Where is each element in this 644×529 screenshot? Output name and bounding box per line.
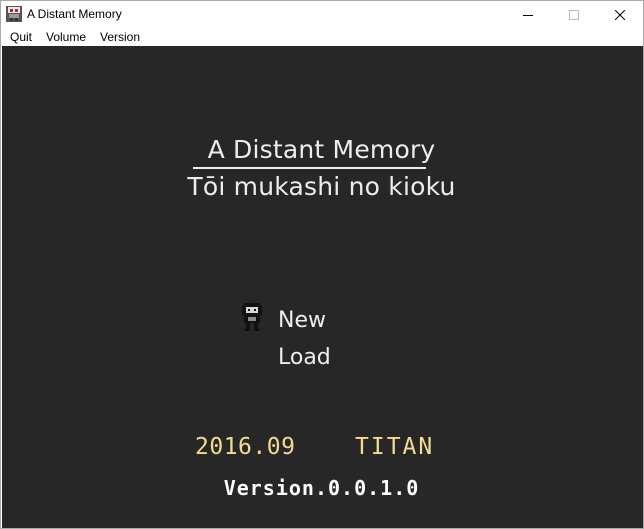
close-icon [615,10,625,20]
menu-volume[interactable]: Volume [46,29,86,45]
menu-version[interactable]: Version [100,29,140,45]
minimize-icon [523,15,533,16]
window-title: A Distant Memory [27,7,122,21]
game-canvas[interactable]: A Distant Memory Tōi mukashi no kioku Ne… [2,46,643,528]
title-bar[interactable]: A Distant Memory [1,1,643,29]
game-title-romaji: Tōi mukashi no kioku [187,172,456,201]
new-game-option[interactable]: New [278,308,326,333]
close-button[interactable] [597,1,643,29]
game-title-english: A Distant Memory [207,135,436,164]
load-game-option[interactable]: Load [278,345,331,370]
app-icon [6,6,22,22]
character-sprite-icon [242,303,262,331]
menu-quit[interactable]: Quit [10,29,32,45]
minimize-button[interactable] [505,1,551,29]
app-window: A Distant Memory Quit Volume Version A D… [0,0,644,529]
menu-bar: Quit Volume Version [1,28,643,46]
title-underline [193,167,426,169]
version-label: Version.0.0.1.0 [223,476,420,500]
maximize-button[interactable] [551,1,597,29]
release-date: 2016.09 [195,434,296,460]
maximize-icon [569,10,579,20]
author-name: TITAN [355,434,435,460]
